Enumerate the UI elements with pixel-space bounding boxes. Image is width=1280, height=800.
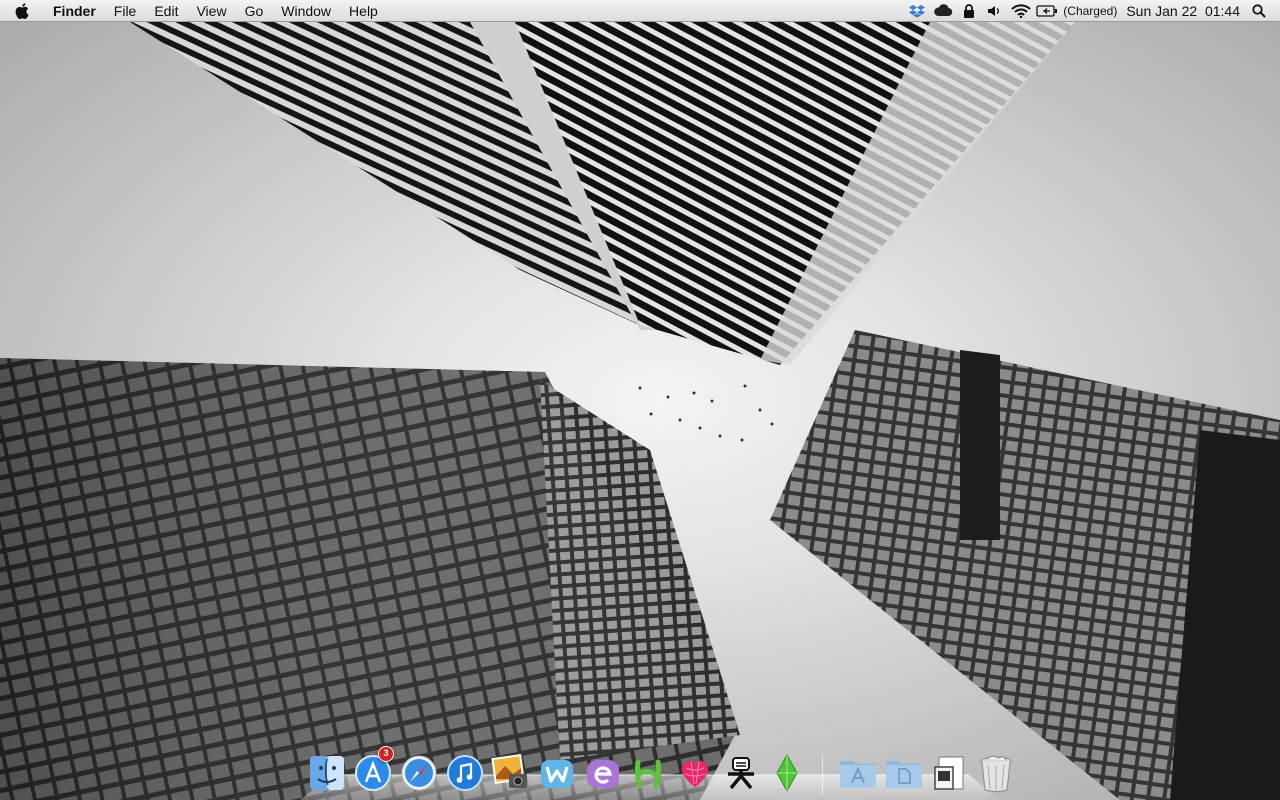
spotlight-search-icon[interactable] [1246,0,1272,22]
trash-icon[interactable] [975,752,1017,794]
finder-icon[interactable] [306,752,348,794]
character-app-icon[interactable] [720,752,762,794]
menu-finder[interactable]: Finder [44,0,105,22]
menu-window[interactable]: Window [272,0,340,22]
wifi-icon[interactable] [1008,0,1034,22]
volume-icon[interactable] [982,0,1008,22]
heart-app-icon[interactable] [674,752,716,794]
clock-time: 01:44 [1204,2,1240,19]
clock-date: Sun Jan 22 [1126,2,1198,19]
itunes-icon[interactable] [444,752,486,794]
dock: 3 [300,738,1012,800]
dropbox-icon[interactable] [904,0,930,22]
menu-help[interactable]: Help [340,0,387,22]
icloud-icon[interactable] [930,0,956,22]
app-e-icon[interactable] [582,752,624,794]
app-store-icon[interactable]: 3 [352,746,394,794]
lock-icon[interactable] [956,0,982,22]
apple-menu-icon[interactable] [0,0,44,22]
app-w-icon[interactable] [536,752,578,794]
battery-status-text: (Charged) [1063,3,1118,18]
menu-bar: Finder File Edit View Go Window Help (Ch… [0,0,1280,22]
menu-edit[interactable]: Edit [145,0,187,22]
applications-folder-icon[interactable] [837,752,879,794]
menu-file[interactable]: File [105,0,146,22]
sims-icon[interactable] [766,752,808,794]
documents-folder-icon[interactable] [883,752,925,794]
app-h-icon[interactable] [628,752,670,794]
battery-icon[interactable] [1034,0,1060,22]
iphoto-icon[interactable] [490,752,532,794]
preview-file-icon[interactable] [929,752,971,794]
app-store-badge: 3 [378,746,394,762]
menu-view[interactable]: View [187,0,235,22]
menu-go[interactable]: Go [236,0,273,22]
dock-separator [822,754,823,794]
desktop-wallpaper [0,0,1280,800]
safari-icon[interactable] [398,752,440,794]
menu-clock[interactable]: Sun Jan 22 01:44 [1120,3,1246,19]
